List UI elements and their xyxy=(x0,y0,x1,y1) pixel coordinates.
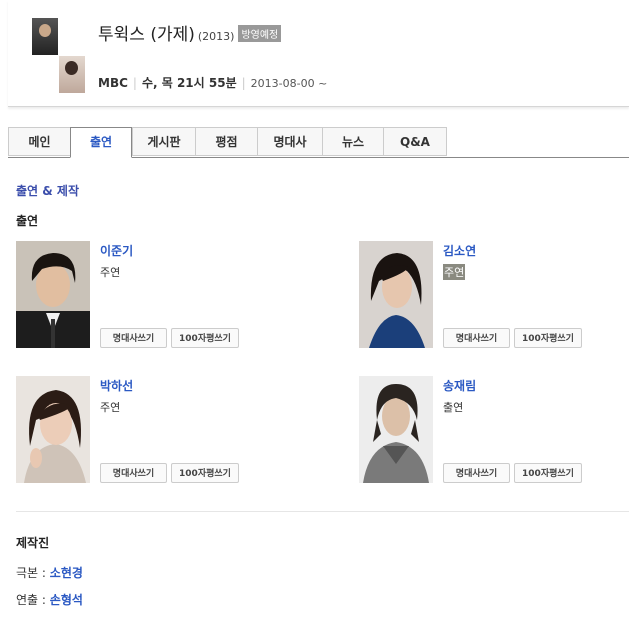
tab-cast[interactable]: 출연 xyxy=(70,127,132,158)
actor-role: 주연 xyxy=(100,401,121,414)
write-review-button[interactable]: 100자평쓰기 xyxy=(171,328,239,348)
cast-card: 송재림 출연 명대사쓰기 100자평쓰기 xyxy=(359,376,609,486)
actor-name[interactable]: 김소연 xyxy=(443,242,476,259)
cast-heading: 출연 xyxy=(16,214,39,228)
tab-quotes[interactable]: 명대사 xyxy=(257,127,322,156)
write-quote-button[interactable]: 명대사쓰기 xyxy=(100,463,167,483)
tab-main[interactable]: 메인 xyxy=(8,127,70,156)
write-quote-button[interactable]: 명대사쓰기 xyxy=(443,463,510,483)
actor-name[interactable]: 송재림 xyxy=(443,377,476,394)
tab-qna[interactable]: Q&A xyxy=(383,127,447,156)
separator: | xyxy=(241,76,246,90)
air-date: 2013-08-00 ~ xyxy=(250,77,328,90)
staff-name[interactable]: 손형석 xyxy=(50,593,83,607)
show-title: 투윅스 (가제) xyxy=(98,25,195,45)
actor-photo[interactable] xyxy=(16,376,90,483)
poster-thumbnail-2[interactable] xyxy=(59,56,85,93)
actor-photo[interactable] xyxy=(359,241,433,348)
actor-role: 주연 xyxy=(443,264,466,280)
tab-news[interactable]: 뉴스 xyxy=(322,127,383,156)
actor-role: 출연 xyxy=(443,401,464,414)
actor-role: 주연 xyxy=(100,266,121,279)
poster-thumbnail-1[interactable] xyxy=(32,18,58,55)
actor-photo[interactable] xyxy=(359,376,433,483)
section-title: 출연 & 제작 xyxy=(16,184,79,198)
write-review-button[interactable]: 100자평쓰기 xyxy=(514,328,582,348)
show-header: 투윅스 (가제) (2013) 방영예정 MBC | 수, 목 21시 55분 | 2013… xyxy=(8,0,629,107)
write-review-button[interactable]: 100자평쓰기 xyxy=(514,463,582,483)
staff-heading: 제작진 xyxy=(16,536,50,550)
staff-label: 극본 : xyxy=(16,566,46,580)
staff-row-director: 연출 : 손형석 xyxy=(16,591,83,608)
tab-board[interactable]: 게시판 xyxy=(132,127,195,156)
actor-name[interactable]: 이준기 xyxy=(100,242,133,259)
cast-card: 박하선 주연 명대사쓰기 100자평쓰기 xyxy=(16,376,266,486)
cast-card: 김소연 주연 명대사쓰기 100자평쓰기 xyxy=(359,241,609,351)
tab-rating[interactable]: 평점 xyxy=(195,127,257,156)
show-year: (2013) xyxy=(197,30,235,43)
divider xyxy=(16,511,629,512)
tab-bar: 메인 출연 게시판 평점 명대사 뉴스 Q&A xyxy=(8,127,629,158)
schedule: 수, 목 21시 55분 xyxy=(141,76,237,90)
actor-name[interactable]: 박하선 xyxy=(100,377,133,394)
status-badge: 방영예정 xyxy=(238,25,282,42)
actor-photo[interactable] xyxy=(16,241,90,348)
cast-card: 이준기 주연 명대사쓰기 100자평쓰기 xyxy=(16,241,266,351)
staff-label: 연출 : xyxy=(16,593,46,607)
separator: | xyxy=(132,76,137,90)
staff-name[interactable]: 소현경 xyxy=(50,566,83,580)
write-quote-button[interactable]: 명대사쓰기 xyxy=(100,328,167,348)
network: MBC xyxy=(98,76,128,90)
staff-row-writer: 극본 : 소현경 xyxy=(16,564,83,581)
write-review-button[interactable]: 100자평쓰기 xyxy=(171,463,239,483)
broadcast-info: MBC | 수, 목 21시 55분 | 2013-08-00 ~ xyxy=(98,74,327,91)
write-quote-button[interactable]: 명대사쓰기 xyxy=(443,328,510,348)
show-title-line: 투윅스 (가제) (2013) 방영예정 xyxy=(98,20,282,45)
